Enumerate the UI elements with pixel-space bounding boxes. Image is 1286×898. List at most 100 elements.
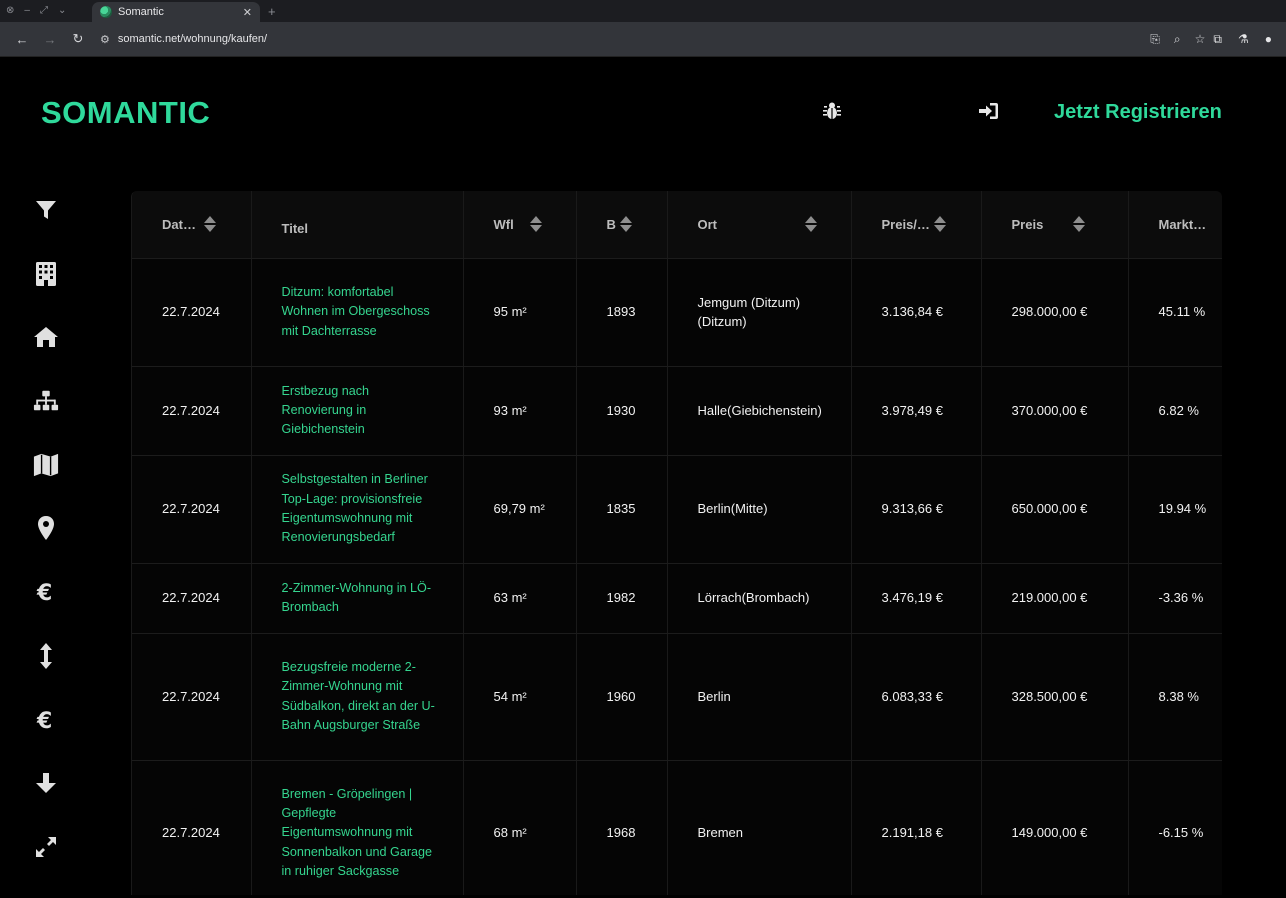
- table-row[interactable]: 22.7.2024 Erstbezug nach Renovierung in G…: [132, 366, 1222, 456]
- cell-title: Erstbezug nach Renovierung in Giebichens…: [251, 366, 464, 456]
- cell-date: 22.7.2024: [132, 633, 252, 761]
- app-page: SOMANTIC Jetzt Registrieren € € Dat… Tit…: [0, 57, 1286, 895]
- table-row[interactable]: 22.7.2024 Ditzum: komfortabel Wohnen im O…: [132, 258, 1222, 367]
- browser-toolbar: ← → ↻ ⚙ somantic.net/wohnung/kaufen/ ⎘ ⌕…: [0, 22, 1286, 57]
- cell-location: Bremen: [667, 760, 852, 895]
- listings-table-container[interactable]: Dat… Titel Wfl B Ort Preis/… Preis Markt…: [131, 191, 1222, 895]
- cell-date: 22.7.2024: [132, 760, 252, 895]
- listing-title-link[interactable]: Erstbezug nach Renovierung in Giebichens…: [282, 382, 463, 440]
- location-pin-icon[interactable]: [33, 515, 59, 541]
- column-header-living-area[interactable]: Wfl: [463, 191, 577, 259]
- tab-title: Somantic: [118, 6, 164, 18]
- sort-icon[interactable]: [203, 215, 216, 233]
- column-header-price-per-sqm[interactable]: Preis/…: [851, 191, 982, 259]
- cell-title: Bezugsfreie moderne 2-Zimmer-Wohnung mit…: [251, 633, 464, 761]
- listing-title-link[interactable]: Bezugsfreie moderne 2-Zimmer-Wohnung mit…: [282, 658, 463, 735]
- cell-market: -3.36 %: [1128, 563, 1222, 634]
- column-header-year-built[interactable]: B: [576, 191, 668, 259]
- address-bar-actions: ⎘ ⌕ ☆: [1150, 32, 1205, 47]
- table-row[interactable]: 22.7.2024 Selbstgestalten in Berliner Top…: [132, 455, 1222, 564]
- sort-icon[interactable]: [933, 215, 946, 233]
- maximize-window-icon[interactable]: ⤢: [40, 6, 48, 16]
- cell-price: 650.000,00 €: [981, 455, 1129, 564]
- site-settings-icon[interactable]: ⚙: [100, 33, 110, 46]
- browser-tab-bar: ⊗ – ⤢ ⌄ Somantic ✕ +: [0, 0, 1286, 22]
- cell-market: 45.11 %: [1128, 258, 1222, 367]
- column-header-price[interactable]: Preis: [981, 191, 1129, 259]
- table-row[interactable]: 22.7.2024 2-Zimmer-Wohnung in LÖ-Brombach…: [132, 563, 1222, 634]
- listing-title-link[interactable]: Bremen - Gröpelingen | Gepflegte Eigentu…: [282, 785, 463, 881]
- sort-icon[interactable]: [619, 215, 632, 233]
- height-arrows-icon[interactable]: [33, 642, 59, 669]
- translate-icon[interactable]: ⎘: [1150, 32, 1160, 47]
- column-header-market[interactable]: Markt…: [1128, 191, 1222, 259]
- browser-tab[interactable]: Somantic ✕: [92, 2, 260, 22]
- column-header-date[interactable]: Dat…: [132, 191, 252, 259]
- table-header-row: Dat… Titel Wfl B Ort Preis/… Preis Markt…: [132, 191, 1222, 259]
- column-header-title[interactable]: Titel: [251, 191, 464, 259]
- map-icon[interactable]: [33, 452, 59, 478]
- cell-date: 22.7.2024: [132, 366, 252, 456]
- cell-date: 22.7.2024: [132, 258, 252, 367]
- cell-title: Bremen - Gröpelingen | Gepflegte Eigentu…: [251, 760, 464, 895]
- svg-text:€: €: [36, 709, 52, 732]
- arrow-down-icon[interactable]: [33, 770, 59, 796]
- cell-price-per-sqm: 3.978,49 €: [851, 366, 982, 456]
- cell-living-area: 69,79 m²: [463, 455, 577, 564]
- cell-title: Ditzum: komfortabel Wohnen im Obergescho…: [251, 258, 464, 367]
- cell-living-area: 68 m²: [463, 760, 577, 895]
- euro-icon[interactable]: €: [33, 579, 59, 605]
- url-text[interactable]: somantic.net/wohnung/kaufen/: [118, 33, 267, 45]
- extensions-icon[interactable]: ⧉: [1213, 32, 1222, 47]
- info-icon[interactable]: [892, 100, 970, 122]
- back-icon[interactable]: ←: [8, 32, 36, 47]
- building-icon[interactable]: [33, 261, 59, 287]
- bug-icon[interactable]: [820, 100, 892, 122]
- cell-location: Lörrach(Brombach): [667, 563, 852, 634]
- listing-title-link[interactable]: 2-Zimmer-Wohnung in LÖ-Brombach: [282, 579, 463, 618]
- expand-icon[interactable]: [33, 834, 59, 860]
- reload-icon[interactable]: ↻: [64, 31, 92, 47]
- sitemap-icon[interactable]: [33, 388, 59, 414]
- cell-date: 22.7.2024: [132, 563, 252, 634]
- login-icon[interactable]: [970, 100, 1042, 122]
- minimize-window-icon[interactable]: –: [24, 6, 30, 16]
- sort-icon[interactable]: [805, 215, 817, 233]
- close-window-icon[interactable]: ⊗: [6, 6, 14, 16]
- address-bar[interactable]: ⚙ somantic.net/wohnung/kaufen/: [96, 26, 1145, 52]
- cell-market: 19.94 %: [1128, 455, 1222, 564]
- home-icon[interactable]: [33, 324, 59, 350]
- new-tab-icon[interactable]: +: [268, 4, 276, 19]
- cell-price-per-sqm: 3.136,84 €: [851, 258, 982, 367]
- table-row[interactable]: 22.7.2024 Bezugsfreie moderne 2-Zimmer-Wo…: [132, 633, 1222, 761]
- cell-price: 370.000,00 €: [981, 366, 1129, 456]
- filter-icon[interactable]: [33, 197, 59, 223]
- table-row[interactable]: 22.7.2024 Bremen - Gröpelingen | Gepflegt…: [132, 760, 1222, 895]
- sort-icon[interactable]: [1073, 215, 1086, 233]
- listing-title-link[interactable]: Ditzum: komfortabel Wohnen im Obergescho…: [282, 283, 463, 341]
- cell-price: 328.500,00 €: [981, 633, 1129, 761]
- cell-living-area: 93 m²: [463, 366, 577, 456]
- favicon-icon: [100, 6, 112, 18]
- forward-icon[interactable]: →: [36, 32, 64, 47]
- profile-icon[interactable]: ●: [1265, 32, 1272, 46]
- cell-price: 149.000,00 €: [981, 760, 1129, 895]
- sort-icon[interactable]: [529, 215, 542, 233]
- bookmark-star-icon[interactable]: ☆: [1195, 32, 1206, 46]
- tab-list-chevron-icon[interactable]: ⌄: [58, 6, 66, 16]
- cell-living-area: 95 m²: [463, 258, 577, 367]
- listing-title-link[interactable]: Selbstgestalten in Berliner Top-Lage: pr…: [282, 470, 463, 547]
- zoom-icon[interactable]: ⌕: [1174, 32, 1181, 47]
- register-link[interactable]: Jetzt Registrieren: [1054, 101, 1222, 124]
- site-logo[interactable]: SOMANTIC: [41, 95, 210, 131]
- cell-location: Jemgum (Ditzum) (Ditzum): [667, 258, 852, 367]
- tab-close-icon[interactable]: ✕: [243, 6, 252, 19]
- cell-year-built: 1968: [576, 760, 668, 895]
- column-header-location[interactable]: Ort: [667, 191, 852, 259]
- cell-year-built: 1893: [576, 258, 668, 367]
- cell-price: 219.000,00 €: [981, 563, 1129, 634]
- labs-flask-icon[interactable]: ⚗: [1238, 32, 1249, 46]
- euro-icon[interactable]: €: [33, 707, 59, 733]
- cell-price-per-sqm: 2.191,18 €: [851, 760, 982, 895]
- extension-actions: ⧉ ⚗ ●: [1213, 32, 1278, 47]
